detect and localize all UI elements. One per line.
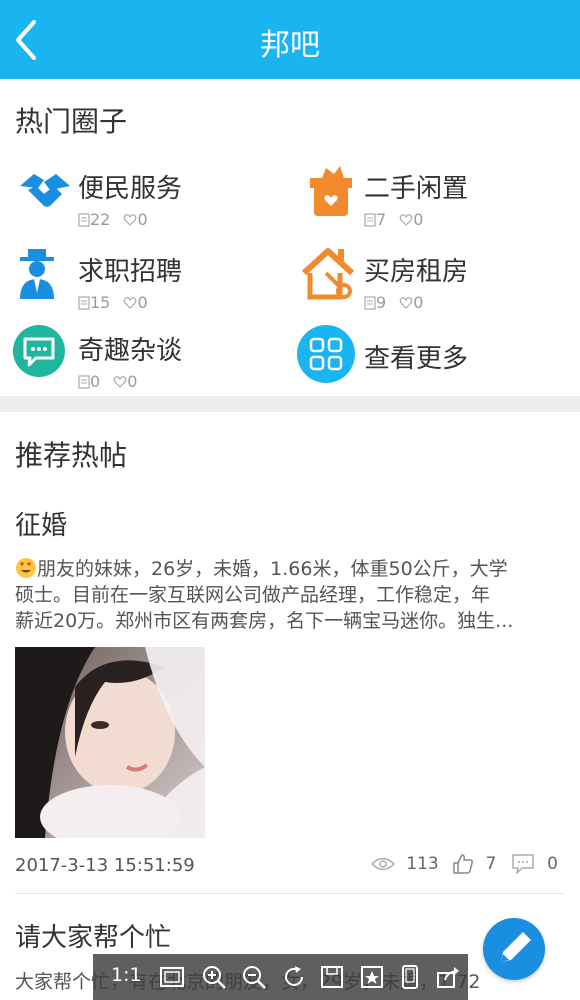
- eye-icon: [370, 857, 395, 871]
- circle-item-housing[interactable]: 买房租房 9 0: [300, 243, 550, 313]
- circle-name: 查看更多: [364, 344, 469, 374]
- image-viewer-toolbar: 1:1: [93, 954, 468, 1000]
- circle-item-view-more[interactable]: 查看更多: [296, 324, 546, 394]
- post-excerpt-line: 硕士。目前在一家互联网公司做产品经理，工作稳定，年: [15, 584, 491, 606]
- circle-name: 二手闲置: [364, 174, 469, 204]
- circle-item-second-hand[interactable]: 二手闲置 7 0: [300, 160, 550, 230]
- post-count-icon: [78, 295, 90, 310]
- circle-name: 买房租房: [364, 257, 469, 287]
- like-heart-icon: [399, 213, 413, 226]
- circle-name: 便民服务: [78, 174, 183, 204]
- post-excerpt-line: 薪近20万。郑州市区有两套房，名下一辆宝马迷你。独生...: [15, 610, 514, 632]
- heart-eyes-emoji-icon: [16, 558, 36, 578]
- post-title[interactable]: 征婚: [15, 505, 67, 542]
- circle-item-convenience[interactable]: 便民服务 22 0: [14, 160, 264, 230]
- circles-section-title: 热门圈子: [15, 105, 128, 138]
- post-excerpt-line: 朋友的妹妹，26岁，未婚，1.66米，体重50公斤，大学: [15, 556, 560, 582]
- like-heart-icon: [113, 375, 127, 388]
- post-count-icon: [364, 212, 376, 227]
- section-divider: [0, 396, 580, 412]
- comment-icon[interactable]: [512, 854, 534, 874]
- pencil-icon: [501, 932, 531, 962]
- post-meta: 113 7 0: [370, 853, 558, 875]
- like-heart-icon: [124, 213, 137, 226]
- post-excerpt[interactable]: 朋友的妹妹，26岁，未婚，1.66米，体重50公斤，大学 硕士。目前在一家互联网…: [15, 556, 560, 634]
- post-count-icon: [78, 212, 90, 227]
- hot-posts-section-title: 推荐热帖: [15, 439, 128, 472]
- post-count-icon: [364, 295, 376, 310]
- circle-stats: 9 0: [364, 292, 423, 312]
- rotate-icon[interactable]: [281, 964, 307, 990]
- post-count-icon: [78, 374, 90, 389]
- circle-stats: 0 0: [78, 371, 137, 391]
- circle-item-jobs[interactable]: 求职招聘 15 0: [14, 243, 264, 313]
- chat-bubble-icon: [12, 324, 74, 386]
- zoom-out-icon[interactable]: [241, 964, 267, 990]
- fit-window-icon[interactable]: [159, 964, 185, 990]
- post-divider: [15, 893, 565, 894]
- top-bar: 邦吧: [0, 0, 580, 79]
- house-key-icon: [300, 243, 362, 305]
- save-icon[interactable]: [319, 964, 345, 990]
- businessman-icon: [14, 243, 76, 305]
- gift-box-icon: [300, 160, 362, 222]
- actual-size-button[interactable]: 1:1: [111, 964, 142, 986]
- like-heart-icon: [124, 296, 137, 309]
- like-heart-icon: [399, 296, 413, 309]
- circle-stats: 22 0: [78, 209, 148, 229]
- post-image[interactable]: [15, 647, 205, 838]
- comment-count: 0: [547, 854, 558, 874]
- view-count: 113: [406, 854, 439, 874]
- zoom-in-icon[interactable]: [201, 964, 227, 990]
- favorite-icon[interactable]: [359, 964, 385, 990]
- grid-icon: [296, 324, 358, 386]
- share-icon[interactable]: [435, 964, 461, 990]
- circle-name: 求职招聘: [78, 257, 183, 287]
- circle-name: 奇趣杂谈: [78, 336, 183, 366]
- thumbs-up-icon[interactable]: [452, 853, 474, 875]
- post-title[interactable]: 请大家帮个忙: [15, 917, 171, 954]
- circle-stats: 15 0: [78, 292, 148, 312]
- device-icon[interactable]: [397, 964, 423, 990]
- circle-item-chat[interactable]: 奇趣杂谈 0 0: [10, 322, 260, 392]
- compose-button[interactable]: [483, 918, 545, 980]
- handshake-icon: [14, 160, 76, 222]
- page-title: 邦吧: [260, 28, 320, 63]
- circle-stats: 7 0: [364, 209, 423, 229]
- post-timestamp: 2017-3-13 15:51:59: [15, 855, 195, 876]
- like-count: 7: [485, 854, 497, 874]
